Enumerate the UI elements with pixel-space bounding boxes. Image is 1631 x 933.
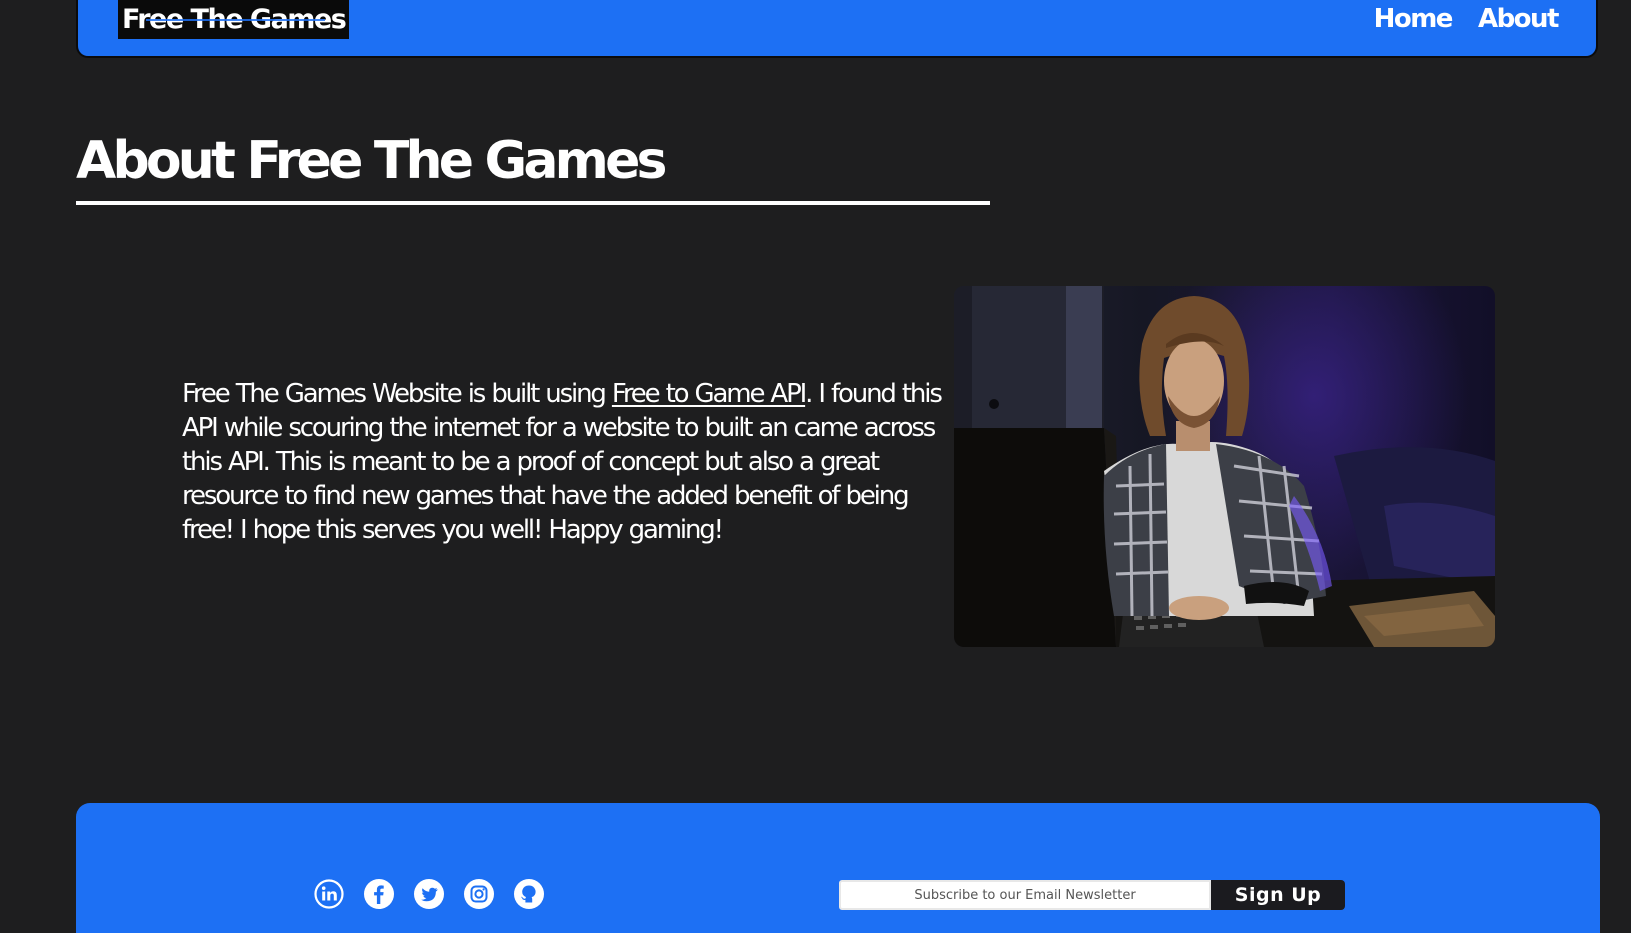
sign-up-button[interactable]: Sign Up <box>1211 880 1345 910</box>
newsletter-form: Sign Up <box>839 880 1345 910</box>
nav-link-about[interactable]: About <box>1478 2 1560 36</box>
social-links <box>314 879 544 909</box>
page-title: About Free The Games <box>76 131 667 191</box>
about-text-intro: Free The Games Website is built using <box>182 379 612 409</box>
instagram-icon[interactable] <box>464 879 494 909</box>
linkedin-icon[interactable] <box>314 879 344 909</box>
man-gaming-at-computer-photo <box>954 286 1495 647</box>
free-to-game-api-link[interactable]: Free to Game API <box>612 379 807 409</box>
twitter-icon[interactable] <box>414 879 444 909</box>
nav-links: Home About <box>1374 2 1560 36</box>
facebook-icon[interactable] <box>364 879 394 909</box>
title-underline-divider <box>76 201 990 205</box>
photo-illustration <box>954 286 1495 647</box>
brand-logo-link[interactable]: Free The Games <box>118 0 350 39</box>
newsletter-email-input[interactable] <box>839 880 1211 910</box>
nav-link-home[interactable]: Home <box>1374 2 1454 36</box>
footer: Sign Up <box>76 803 1600 933</box>
about-paragraph: Free The Games Website is built using Fr… <box>182 377 943 547</box>
navbar: Free The Games Home About <box>76 0 1598 58</box>
github-icon[interactable] <box>514 879 544 909</box>
